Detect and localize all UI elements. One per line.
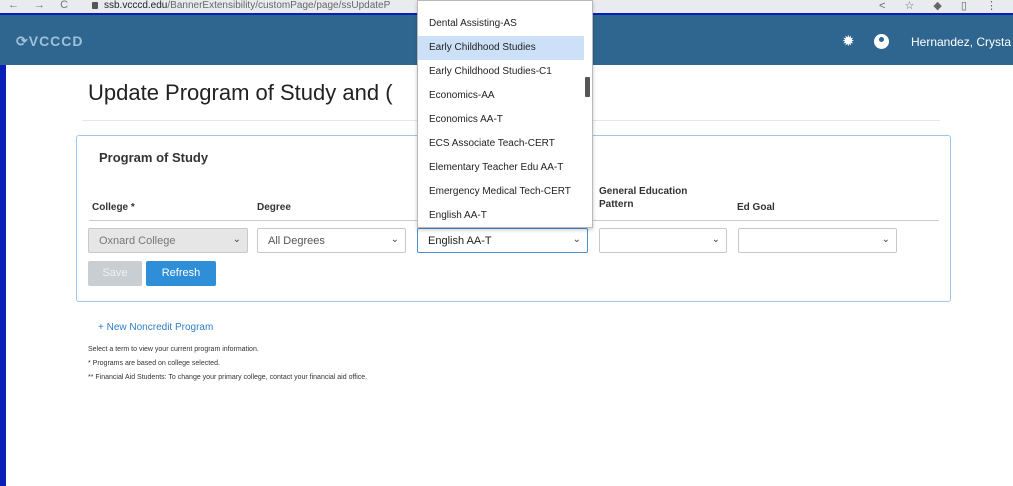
- url-path: /BannerExtensibility/customPage/page/ssU…: [167, 0, 391, 11]
- new-noncredit-program-link[interactable]: + New Noncredit Program: [98, 322, 213, 333]
- dropdown-option[interactable]: Economics AA-T: [418, 108, 584, 132]
- refresh-button[interactable]: Refresh: [146, 261, 216, 286]
- ge-pattern-label-line2: Pattern: [599, 199, 634, 210]
- degree-label: Degree: [257, 202, 291, 213]
- lock-icon: [92, 2, 98, 9]
- user-name[interactable]: Hernandez, Crysta: [911, 35, 1011, 49]
- browser-tools[interactable]: < ☆ ◆ ▯ ⋮: [879, 0, 1005, 12]
- chevron-down-icon: ⌄: [881, 234, 890, 245]
- card-title: Program of Study: [99, 150, 209, 165]
- dropdown-option[interactable]: Early Childhood Studies-C1: [418, 60, 584, 84]
- dropdown-option[interactable]: Emergency Medical Tech-CERT: [418, 180, 584, 204]
- ed-goal-label: Ed Goal: [737, 202, 775, 213]
- chevron-down-icon: ⌄: [572, 234, 581, 245]
- college-label: College *: [92, 202, 135, 213]
- degree-select-value: All Degrees: [268, 235, 325, 247]
- gear-icon[interactable]: ✹: [842, 32, 855, 50]
- page-title-overflow: (: [385, 80, 393, 105]
- page-title: Update Program of Study and (: [88, 80, 393, 106]
- help-note: ** Financial Aid Students: To change you…: [88, 374, 368, 381]
- program-select[interactable]: English AA-T ⌄: [417, 228, 588, 253]
- help-note: Select a term to view your current progr…: [88, 346, 259, 353]
- dropdown-option[interactable]: Elementary Teacher Edu AA-T: [418, 156, 584, 180]
- ed-goal-select[interactable]: ⌄: [738, 228, 897, 253]
- dropdown-option[interactable]: ECS Associate Teach-CERT: [418, 132, 584, 156]
- dropdown-option[interactable]: Economics-AA: [418, 84, 584, 108]
- program-dropdown-list[interactable]: Dental Assisting-AS Early Childhood Stud…: [417, 0, 593, 228]
- vcccd-logo[interactable]: ⟳VCCCD: [16, 33, 84, 50]
- browser-nav-icons[interactable]: ← → C: [8, 0, 74, 11]
- address-bar[interactable]: ssb.vcccd.edu/BannerExtensibility/custom…: [104, 0, 390, 11]
- program-select-value: English AA-T: [428, 235, 492, 247]
- help-note: * Programs are based on college selected…: [88, 360, 220, 367]
- logo-text: VCCCD: [28, 33, 84, 49]
- college-select-value: Oxnard College: [99, 235, 176, 247]
- dropdown-scrollbar[interactable]: [585, 77, 590, 97]
- dropdown-option-highlighted[interactable]: Early Childhood Studies: [418, 36, 584, 60]
- ge-pattern-select[interactable]: ⌄: [599, 228, 727, 253]
- save-button[interactable]: Save: [88, 261, 142, 286]
- dropdown-option[interactable]: English AA-T: [418, 204, 584, 227]
- ge-pattern-label-line1: General Education: [599, 186, 688, 197]
- chevron-down-icon: ⌄: [390, 234, 399, 245]
- dropdown-option[interactable]: Dental Assisting-AS: [418, 12, 584, 36]
- ge-pattern-label: General Education Pattern: [599, 185, 687, 211]
- chevron-down-icon: ⌄: [711, 234, 720, 245]
- logo-mark-icon: ⟳: [16, 33, 29, 49]
- url-host: ssb.vcccd.edu: [104, 0, 168, 11]
- chevron-down-icon: ⌄: [232, 234, 241, 245]
- user-avatar-icon[interactable]: [874, 34, 889, 49]
- page-title-text: Update Program of Study and: [88, 80, 380, 105]
- degree-select[interactable]: All Degrees ⌄: [257, 228, 406, 253]
- college-select[interactable]: Oxnard College ⌄: [88, 228, 248, 253]
